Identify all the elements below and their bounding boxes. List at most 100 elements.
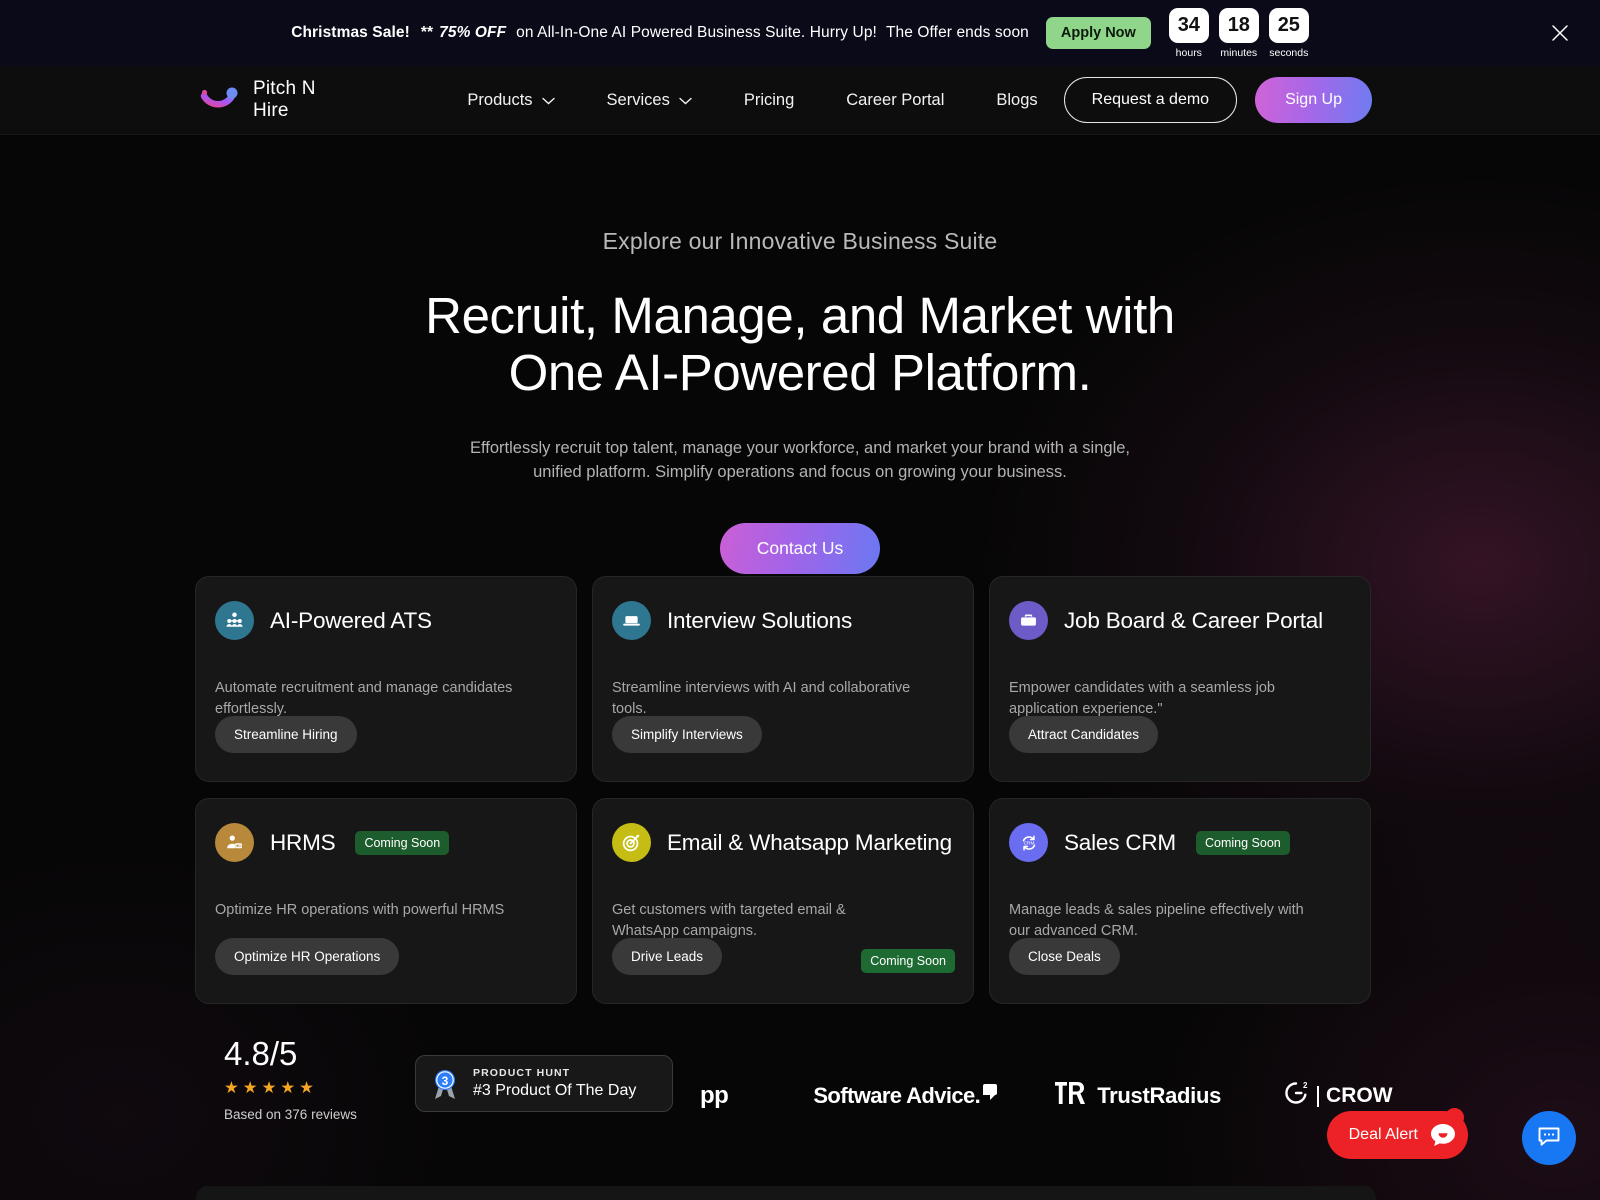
timer-value-seconds: 25: [1268, 7, 1309, 43]
product-hunt-text: PRODUCT HUNT #3 Product Of The Day: [473, 1067, 636, 1100]
card-description: Automate recruitment and manage candidat…: [215, 680, 513, 718]
g2-mark-icon: 2: [1283, 1080, 1310, 1112]
simplify-interviews-button[interactable]: Simplify Interviews: [612, 716, 762, 753]
nav-item-blogs-label: Blogs: [996, 90, 1038, 109]
feature-card-interview-solutions[interactable]: Interview Solutions Streamline interview…: [592, 576, 974, 782]
nav-item-pricing[interactable]: Pricing: [718, 91, 820, 110]
attract-candidates-button[interactable]: Attract Candidates: [1009, 716, 1159, 753]
promo-sale-label: Christmas Sale!: [291, 24, 410, 41]
card-title: AI-Powered ATS: [270, 607, 432, 633]
nav-item-career-portal-label: Career Portal: [846, 90, 945, 109]
next-section-edge: [196, 1186, 1376, 1200]
feature-card-job-board[interactable]: Job Board & Career Portal Empower candid…: [989, 576, 1371, 782]
brand-logo-link[interactable]: Pitch N Hire: [197, 78, 321, 122]
sign-up-button[interactable]: Sign Up: [1255, 77, 1372, 123]
nav-actions: Request a demo Sign Up: [1063, 77, 1372, 123]
subhead-line-2: unified platform. Simplify operations an…: [533, 463, 1067, 482]
timer-unit-hours: 34 hours: [1168, 7, 1209, 59]
apply-now-button[interactable]: Apply Now: [1045, 16, 1151, 50]
close-deals-button[interactable]: Close Deals: [1009, 938, 1120, 975]
notification-dot: [1445, 1108, 1464, 1127]
product-hunt-title: #3 Product Of The Day: [473, 1082, 637, 1099]
hero-subhead: Effortlessly recruit top talent, manage …: [0, 437, 1600, 485]
chevron-down-icon: [541, 91, 555, 110]
card-description: Get customers with targeted email & What…: [612, 902, 846, 940]
headline-line-1: Recruit, Manage, and Market with: [425, 287, 1175, 344]
card-header: Interview Solutions: [612, 601, 954, 640]
hero-eyebrow: Explore our Innovative Business Suite: [602, 228, 998, 254]
pitch-n-hire-logo-icon: [197, 80, 241, 120]
card-title: Interview Solutions: [667, 607, 853, 633]
feature-card-ats[interactable]: AI-Powered ATS Automate recruitment and …: [195, 576, 577, 782]
laptop-icon: [612, 601, 651, 640]
feature-card-email-whatsapp-marketing[interactable]: Email & Whatsapp Marketing Get customers…: [592, 798, 974, 1004]
optimize-hr-operations-button[interactable]: Optimize HR Operations: [215, 938, 400, 975]
promo-offer-text: on All-In-One AI Powered Business Suite.…: [516, 24, 877, 41]
timer-label-hours: hours: [1175, 46, 1202, 59]
svg-text:2: 2: [1303, 1081, 1308, 1090]
logo-pp: pp: [700, 1082, 729, 1109]
promo-stars: **: [420, 24, 434, 41]
nav-item-products-label: Products: [467, 90, 533, 109]
speech-bubble-icon: [983, 1084, 998, 1100]
card-description: Manage leads & sales pipeline effectivel…: [1009, 902, 1304, 940]
svg-text:CRM: CRM: [1023, 840, 1034, 846]
hero-section: Explore our Innovative Business Suite Re…: [0, 135, 1600, 1200]
drive-leads-button[interactable]: Drive Leads: [612, 938, 723, 975]
timer-value-hours: 34: [1168, 7, 1209, 43]
streamline-hiring-button[interactable]: Streamline Hiring: [215, 716, 357, 753]
headline-line-2: One AI-Powered Platform.: [508, 344, 1092, 402]
promo-ends-text: The Offer ends soon: [885, 24, 1029, 41]
chat-button[interactable]: [1522, 1111, 1576, 1165]
subhead-line-1: Effortlessly recruit top talent, manage …: [469, 439, 1130, 458]
nav-item-products[interactable]: Products: [441, 91, 580, 110]
card-header: HRMS Coming Soon: [215, 823, 557, 862]
status-badge-coming-soon: Coming Soon: [861, 949, 955, 973]
partner-logo-strip: pp Software Advice. TrustRadius 2 CROW: [700, 1080, 1393, 1112]
feature-card-sales-crm[interactable]: CRM Sales CRM Coming Soon Manage leads &…: [989, 798, 1371, 1004]
rating-stars: ★★★★★: [224, 1079, 318, 1097]
people-group-icon: [215, 601, 254, 640]
product-hunt-badge[interactable]: 3 PRODUCT HUNT #3 Product Of The Day: [415, 1055, 673, 1112]
target-icon: [612, 823, 651, 862]
crm-cycle-icon: CRM: [1009, 823, 1048, 862]
card-description: Streamline interviews with AI and collab…: [612, 680, 911, 718]
feature-card-hrms[interactable]: HRMS Coming Soon Optimize HR operations …: [195, 798, 577, 1004]
logo-software-advice: Software Advice.: [813, 1083, 998, 1109]
product-hunt-label: PRODUCT HUNT: [473, 1067, 571, 1079]
nav-item-career-portal[interactable]: Career Portal: [820, 91, 970, 110]
promo-banner-content: Christmas Sale! ** 75% OFF on All-In-One…: [291, 7, 1309, 59]
medal-ribbon-icon: 3: [430, 1066, 460, 1102]
brand-name: Pitch N Hire: [253, 78, 316, 121]
card-title: Email & Whatsapp Marketing: [667, 829, 952, 855]
feature-cards-grid: AI-Powered ATS Automate recruitment and …: [195, 576, 1371, 1004]
status-badge-coming-soon: Coming Soon: [1195, 830, 1290, 855]
svg-text:3: 3: [442, 1074, 449, 1088]
nav-item-pricing-label: Pricing: [743, 90, 795, 109]
logo-trustradius-text: TrustRadius: [1097, 1083, 1222, 1108]
timer-unit-minutes: 18 minutes: [1218, 7, 1259, 59]
card-header: Job Board & Career Portal: [1009, 601, 1351, 640]
promo-banner: Christmas Sale! ** 75% OFF on All-In-One…: [0, 0, 1600, 66]
request-demo-button[interactable]: Request a demo: [1063, 77, 1238, 123]
chevron-down-icon: [679, 91, 692, 110]
card-title: Job Board & Career Portal: [1064, 607, 1323, 633]
logo-software-advice-text: Software Advice.: [813, 1083, 981, 1108]
timer-unit-seconds: 25 seconds: [1268, 7, 1309, 59]
contact-us-button[interactable]: Contact Us: [719, 523, 881, 575]
logo-trustradius: TrustRadius: [1054, 1080, 1221, 1112]
close-icon[interactable]: [1547, 20, 1573, 46]
deal-alert-label: Deal Alert: [1348, 1126, 1418, 1143]
timer-label-minutes: minutes: [1220, 46, 1258, 59]
logo-g2-crowd: 2 CROW: [1283, 1080, 1393, 1112]
card-header: Email & Whatsapp Marketing: [612, 823, 954, 862]
card-description: Optimize HR operations with powerful HRM…: [215, 902, 505, 918]
nav-item-services[interactable]: Services: [581, 91, 718, 110]
trustradius-monogram-icon: [1054, 1080, 1088, 1112]
deal-alert-button[interactable]: Deal Alert: [1326, 1108, 1468, 1159]
card-header: CRM Sales CRM Coming Soon: [1009, 823, 1351, 862]
rating-block: 4.8/5 ★★★★★ Based on 376 reviews: [224, 1035, 357, 1122]
main-navigation: Pitch N Hire Products Services Pricing C…: [0, 66, 1600, 135]
nav-item-blogs[interactable]: Blogs: [970, 91, 1063, 110]
page-root: Christmas Sale! ** 75% OFF on All-In-One…: [0, 0, 1600, 1200]
